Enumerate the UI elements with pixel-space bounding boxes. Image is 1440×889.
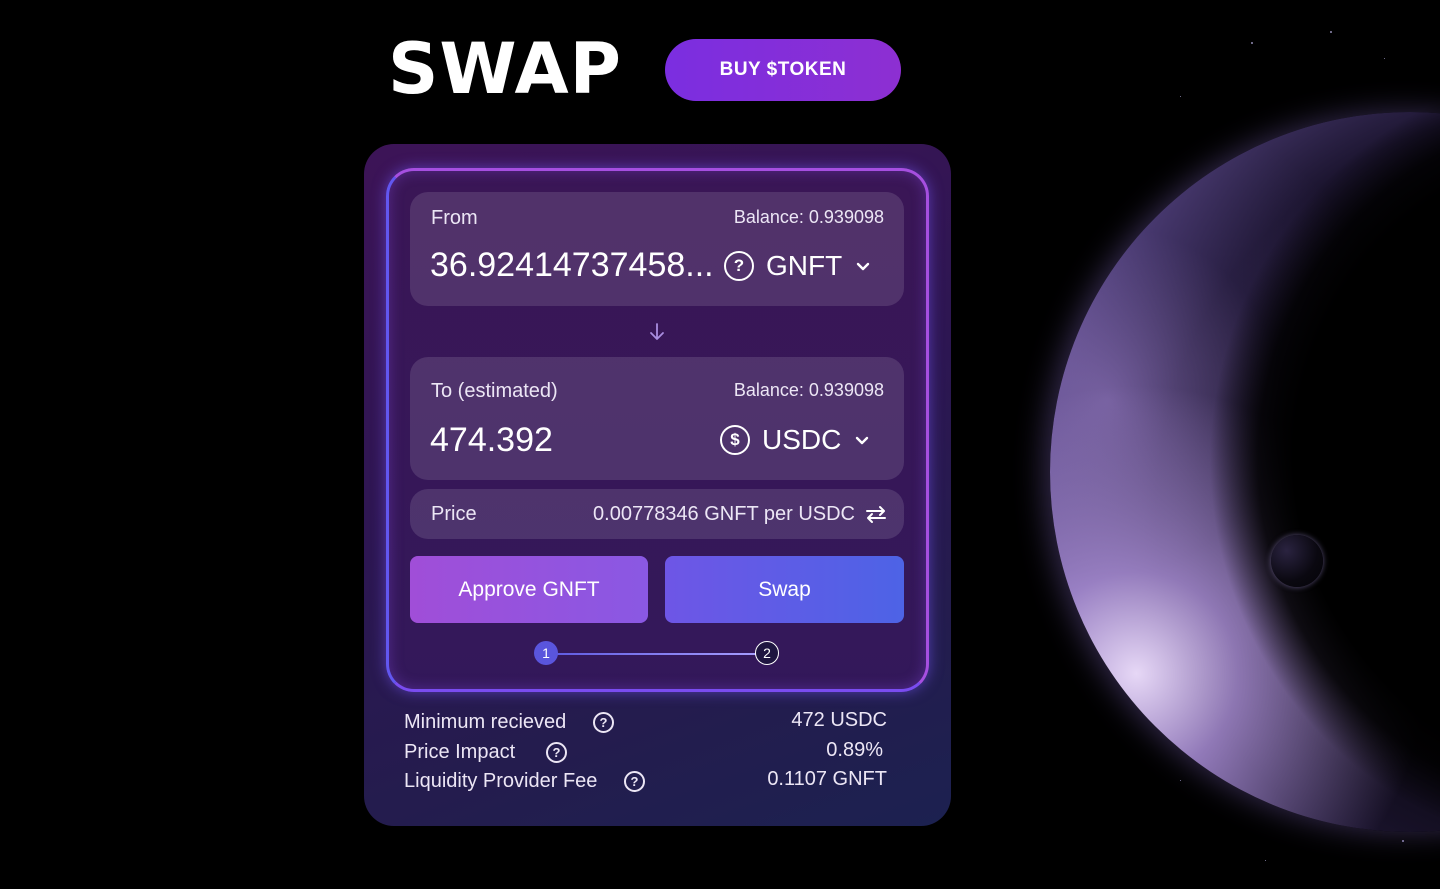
liquidity-fee-value: 0.1107 GNFT [767,768,887,790]
moon-image [1271,535,1323,587]
step-1-indicator: 1 [534,641,558,665]
arrow-down-icon[interactable] [648,322,666,342]
from-label: From [431,207,478,229]
liquidity-fee-row: Liquidity Provider Fee ? 0.1107 GNFT [404,768,887,796]
price-value: 0.00778346 GNFT per USDC [593,503,855,525]
price-impact-value: 0.89% [826,739,883,761]
question-circle-icon: ? [724,251,754,281]
help-icon[interactable]: ? [546,742,567,763]
to-panel [410,357,904,480]
help-icon[interactable]: ? [593,712,614,733]
step-2-indicator: 2 [755,641,779,665]
price-label: Price [431,503,477,525]
liquidity-fee-label: Liquidity Provider Fee [404,770,598,792]
from-balance: Balance: 0.939098 [733,207,884,227]
approve-button[interactable]: Approve GNFT [410,556,648,623]
to-token-select[interactable]: $ USDC [720,424,871,456]
to-label: To (estimated) [431,380,558,402]
price-impact-row: Price Impact ? 0.89% [404,739,887,767]
step-progress-line [546,653,767,655]
swap-direction-icon[interactable] [864,504,888,524]
swap-button[interactable]: Swap [665,556,904,623]
buy-token-button[interactable]: BUY $TOKEN [665,39,901,101]
from-token-select[interactable]: ? GNFT [724,250,872,282]
to-balance: Balance: 0.939098 [733,380,884,400]
chevron-down-icon [857,262,870,271]
to-amount-input[interactable]: 474.392 [430,421,553,460]
from-amount-input[interactable]: 36.92414737458... [430,246,714,285]
help-icon[interactable]: ? [624,771,645,792]
page-title: SWAP [388,28,622,110]
swap-page: SWAP BUY $TOKEN From Balance: 0.939098 3… [0,0,1440,889]
dollar-circle-icon: $ [720,425,750,455]
minimum-received-row: Minimum recieved ? 472 USDC [404,709,887,737]
to-token-name: USDC [762,424,842,455]
price-impact-label: Price Impact [404,741,516,763]
from-token-name: GNFT [766,250,843,281]
minimum-received-label: Minimum recieved [404,711,567,733]
minimum-received-value: 472 USDC [791,709,887,731]
chevron-down-icon [856,436,869,445]
